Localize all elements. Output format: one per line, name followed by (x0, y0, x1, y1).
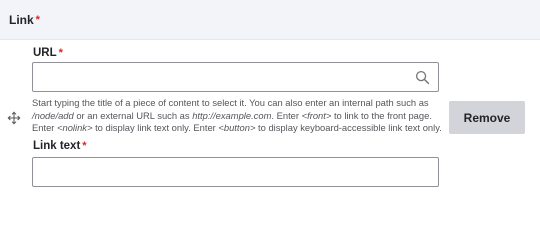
link-text-input[interactable] (33, 158, 438, 186)
description-em: <front> (301, 109, 332, 121)
description-em: <button> (218, 122, 256, 133)
link-text-label-text: Link text (33, 140, 81, 152)
url-label: URL * (33, 47, 63, 59)
description-em: /node/add (32, 109, 74, 121)
required-marker: * (35, 13, 40, 26)
url-label-text: URL (33, 47, 57, 59)
description-line-1: Start typing the title of a piece of con… (32, 97, 429, 108)
link-text-required-marker: * (82, 140, 87, 152)
section-header: Link * (0, 0, 540, 40)
description-text: to display keyboard-accessible link text… (255, 122, 442, 133)
remove-button[interactable]: Remove (449, 101, 525, 134)
url-required-marker: * (58, 47, 63, 59)
description-text: Enter (32, 122, 58, 133)
section-title: Link (9, 12, 34, 27)
move-icon[interactable] (7, 111, 21, 125)
description-text: or an external URL such as (73, 109, 193, 121)
description-text: . Enter (271, 109, 302, 121)
description-text: to display link text only. Enter (92, 122, 219, 133)
url-description: Start typing the title of a piece of con… (32, 97, 447, 135)
url-field[interactable] (32, 62, 439, 92)
link-text-field[interactable] (32, 157, 439, 187)
description-line-2: /node/add or an external URL such as htt… (32, 110, 447, 123)
description-em: http://example.com (192, 109, 272, 121)
url-input[interactable] (33, 63, 438, 91)
description-em: <nolink> (57, 122, 93, 133)
description-text: to link to the front page. (331, 109, 432, 121)
description-line-3: Enter <nolink> to display link text only… (32, 122, 447, 135)
search-icon (415, 70, 430, 85)
link-text-label: Link text * (33, 140, 87, 152)
